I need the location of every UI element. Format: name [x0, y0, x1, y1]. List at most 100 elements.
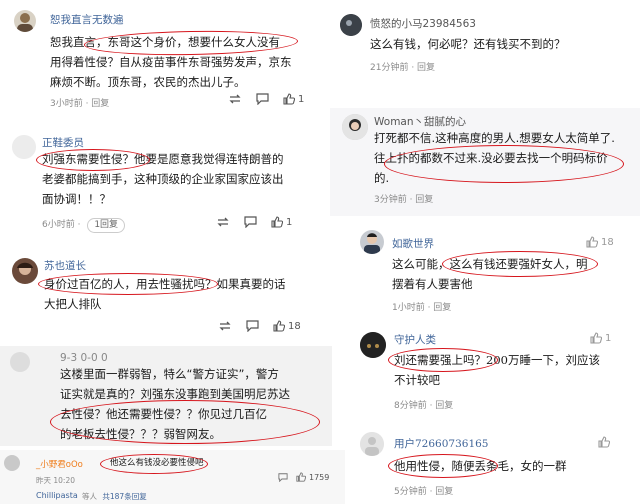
like-icon: [296, 472, 306, 482]
like-count: 1759: [309, 472, 330, 482]
comment-time: 等人 共187条回复: [82, 491, 147, 502]
comment-time: 昨天 10:20: [36, 476, 75, 485]
comment-actions: 1: [228, 93, 304, 105]
like-icon[interactable]: [598, 436, 610, 448]
comment-author[interactable]: 苏也道长: [44, 258, 86, 273]
comment-line: 大把人排队: [44, 297, 102, 311]
comment-text: 刘强东需要性侵？他要是愿意我觉得连特朗普的 老婆都能搞到手，这种顶级的企业家国家…: [42, 149, 314, 209]
comment-time: 5分钟前 · 回复: [394, 487, 454, 497]
avatar[interactable]: [340, 14, 362, 36]
like-icon: [590, 332, 602, 344]
comment-actions: 18: [218, 320, 301, 332]
avatar[interactable]: [14, 10, 36, 32]
avatar[interactable]: [342, 114, 368, 140]
comment-line: 面协调！！？: [42, 192, 111, 206]
comment-author[interactable]: 如歌世界: [392, 236, 434, 251]
comment-text: 这么有钱，何必呢？还有钱买不到的？: [370, 34, 632, 54]
comment-card: 守护人类 刘还需要强上吗？200万睡一下，刘应该 不计较吧 8分钟前 · 回复 …: [350, 326, 640, 418]
comment-author[interactable]: 愤怒的小马23984563: [370, 16, 476, 31]
comment-line: 的老板去性侵？？？弱智网友。: [60, 427, 221, 441]
reply-icon[interactable]: [256, 93, 269, 105]
comment-actions: 1: [590, 332, 611, 344]
comment-card: 正鞋委员 刘强东需要性侵？他要是愿意我觉得连特朗普的 老婆都能搞到手，这种顶级的…: [0, 125, 318, 240]
avatar[interactable]: [360, 230, 384, 254]
like-button[interactable]: 1: [271, 216, 292, 228]
comment-line: 他这么有钱没必要性侵吧: [110, 458, 204, 468]
like-icon: [273, 320, 285, 332]
comment-card: _小野君oOo 他这么有钱没必要性侵吧 昨天 10:20 1759: [0, 450, 345, 490]
reply-icon[interactable]: [278, 472, 288, 482]
comment-actions: [598, 436, 610, 448]
comment-actions: 1759: [278, 472, 329, 482]
repost-icon[interactable]: [228, 93, 242, 105]
comment-time-text: 6小时前 ·: [42, 220, 81, 230]
comment-text: 这么可能，这么有钱还要强奸女人，明 摆着有人要害他: [392, 254, 638, 294]
like-button[interactable]: 18: [273, 320, 301, 332]
comment-author[interactable]: 9-3 0-0 0: [60, 352, 108, 364]
avatar[interactable]: [360, 432, 384, 456]
comment-card: 9-3 0-0 0 这楼里面一群弱智，特么“警方证实”，警方 证实就是真的？刘强…: [0, 346, 332, 446]
reply-icon[interactable]: [244, 216, 257, 228]
comment-time: 1小时前 · 回复: [392, 303, 452, 313]
comment-text: 身价过百亿的人，用去性骚扰吗？如果真要的话 大把人排队: [44, 274, 316, 314]
comment-line: 身价过百亿的人，用去性骚扰吗？如果真要的话: [44, 277, 286, 291]
comment-time: 6小时前 · 1回复: [42, 217, 126, 233]
comment-text: 打死都不信.这种高度的男人.想要女人太简单了. 往上扑的都数不过来.没必要去找一…: [374, 128, 638, 188]
comment-author[interactable]: 恕我直言无数遍: [50, 12, 124, 27]
avatar[interactable]: [10, 352, 30, 372]
comment-line: 往上扑的都数不过来.没必要去找一个明码标价: [374, 151, 608, 165]
reply-icon[interactable]: [246, 320, 259, 332]
like-count: 18: [601, 236, 614, 248]
like-button[interactable]: 1759: [296, 472, 329, 482]
like-button[interactable]: 1: [283, 93, 304, 105]
comment-line: 他用性侵，随便丢条毛，女的一群: [394, 459, 567, 473]
like-count: 1: [286, 216, 293, 228]
comment-time: 21分钟前 · 回复: [370, 63, 436, 73]
comment-line: 恕我直言，东哥这个身价，想要什么女人没有: [50, 35, 280, 49]
comment-author[interactable]: 守护人类: [394, 332, 436, 347]
comment-line: 去性侵？他还需要性侵？？你见过几百亿: [60, 407, 267, 421]
avatar[interactable]: [360, 332, 386, 358]
avatar[interactable]: [4, 455, 20, 471]
comment-card: Woman丶甜腻的心 打死都不信.这种高度的男人.想要女人太简单了. 往上扑的都…: [330, 108, 640, 216]
avatar[interactable]: [12, 258, 38, 284]
comment-line: 打死都不信.这种高度的男人.想要女人太简单了.: [374, 131, 615, 145]
comment-text: 刘还需要强上吗？200万睡一下，刘应该 不计较吧: [394, 350, 638, 390]
comment-author[interactable]: _小野君oOo: [36, 458, 83, 470]
comment-line: 不计较吧: [394, 373, 440, 387]
comment-line: 摆着有人要害他: [392, 277, 473, 291]
comment-card: 苏也道长 身价过百亿的人，用去性骚扰吗？如果真要的话 大把人排队 18: [0, 248, 318, 343]
comment-time: 3小时前 · 回复: [50, 99, 110, 109]
comment-text: 恕我直言，东哥这个身价，想要什么女人没有 用得着性侵？自从疫苗事件东哥强势发声，…: [50, 32, 312, 92]
comment-author[interactable]: 用户72660736165: [394, 436, 489, 451]
like-button[interactable]: 1: [590, 332, 611, 344]
reply-count-pill[interactable]: 1回复: [87, 218, 126, 233]
comment-actions: 1: [216, 216, 292, 228]
comment-line: 这么可能，这么有钱还要强奸女人，明: [392, 257, 588, 271]
reply-count[interactable]: 共187条回复: [102, 492, 146, 501]
like-icon: [283, 93, 295, 105]
comment-line: 用得着性侵？自从疫苗事件东哥强势发声，京东: [50, 55, 292, 69]
comment-card: Chillipasta 等人 共187条回复: [0, 490, 345, 504]
comment-author[interactable]: Woman丶甜腻的心: [374, 114, 466, 129]
like-icon: [586, 236, 598, 248]
comment-collage: 恕我直言无数遍 恕我直言，东哥这个身价，想要什么女人没有 用得着性侵？自从疫苗事…: [0, 0, 640, 504]
like-count: 18: [288, 320, 301, 332]
like-icon: [271, 216, 283, 228]
comment-text: 这楼里面一群弱智，特么“警方证实”，警方 证实就是真的？刘强东没事跑到美国明尼苏…: [60, 364, 332, 444]
comment-time: 8分钟前 · 回复: [394, 401, 454, 411]
comment-card: 愤怒的小马23984563 这么有钱，何必呢？还有钱买不到的？ 21分钟前 · …: [330, 0, 640, 84]
comment-text: 他这么有钱没必要性侵吧: [110, 453, 230, 473]
repost-icon[interactable]: [218, 320, 232, 332]
comment-line: 这楼里面一群弱智，特么“警方证实”，警方: [60, 367, 279, 381]
comment-line: 刘强东需要性侵？他要是愿意我觉得连特朗普的: [42, 152, 284, 166]
like-button[interactable]: 18: [586, 236, 614, 248]
comment-card: 用户72660736165 他用性侵，随便丢条毛，女的一群 5分钟前 · 回复: [350, 426, 640, 504]
repost-icon[interactable]: [216, 216, 230, 228]
comment-author[interactable]: Chillipasta: [36, 491, 78, 500]
comment-line: 证实就是真的？刘强东没事跑到美国明尼苏达: [60, 387, 290, 401]
avatar[interactable]: [12, 135, 36, 159]
comment-author[interactable]: 正鞋委员: [42, 135, 84, 150]
like-count: 1: [605, 332, 612, 344]
comment-time: 3分钟前 · 回复: [374, 195, 434, 205]
